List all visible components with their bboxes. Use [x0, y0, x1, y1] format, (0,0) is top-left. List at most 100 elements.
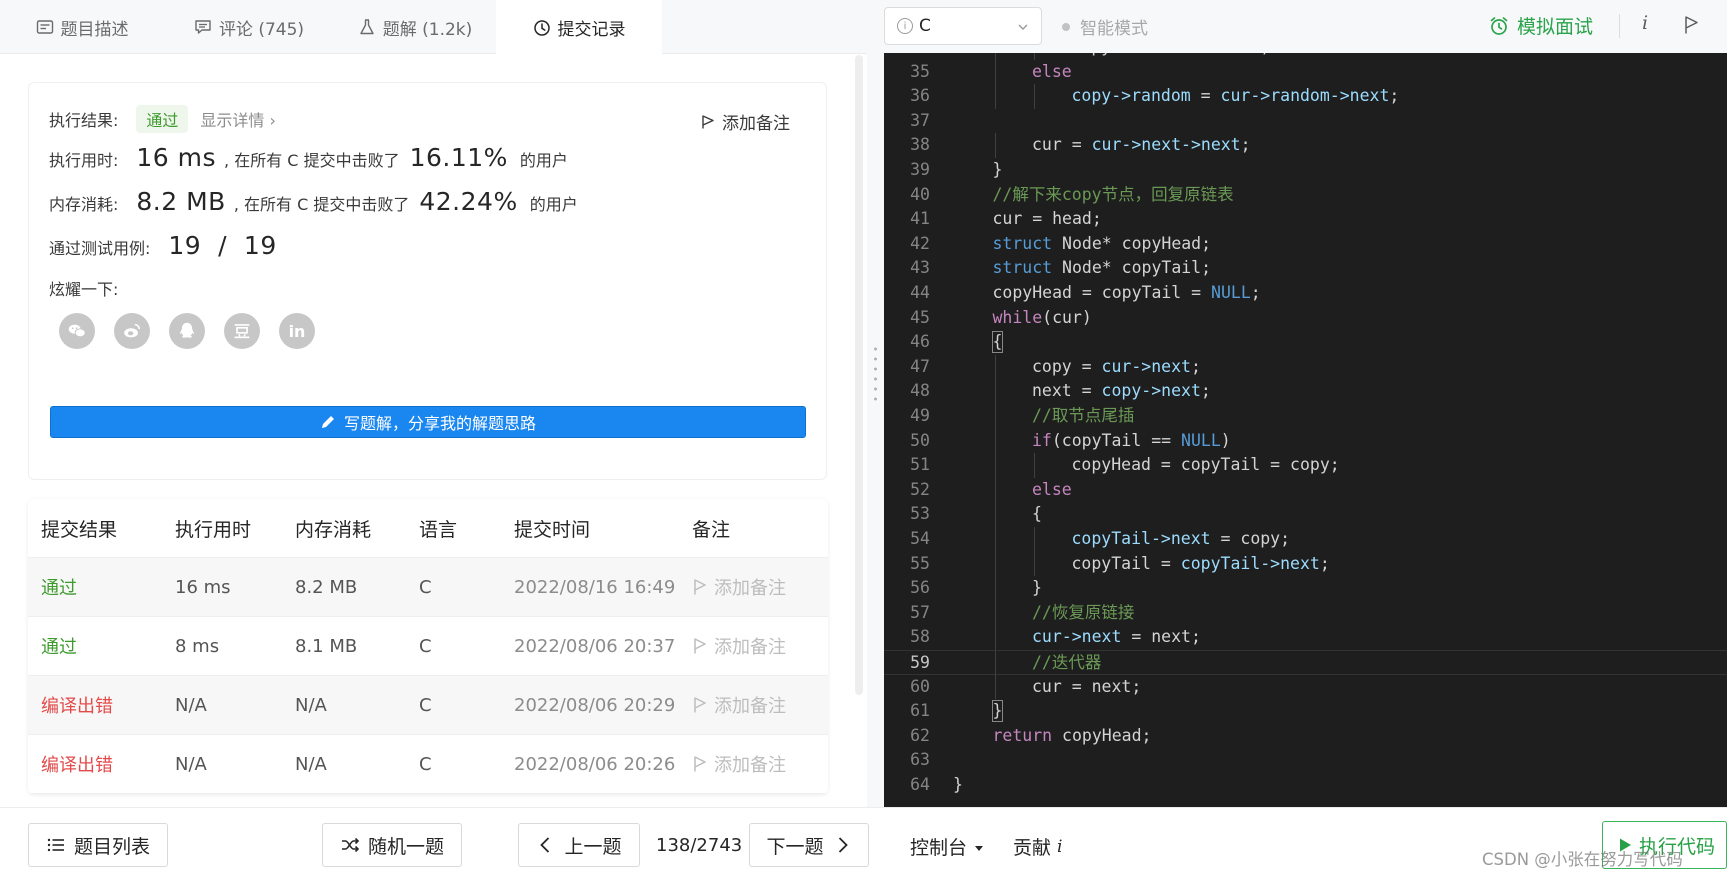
code-line[interactable]: 52 else [884, 477, 1727, 503]
bottom-bar: 题目列表 随机一题 上一题 138/2743 下一题 控制台 贡献 i 执行代码… [0, 807, 1727, 877]
code-line[interactable]: 48 next = copy->next; [884, 379, 1727, 404]
line-number: 49 [910, 406, 930, 425]
code-line[interactable]: 47 copy = cur->next; [884, 354, 1727, 380]
add-note-button[interactable]: 添加备注 [692, 735, 786, 793]
add-note-button[interactable]: 添加备注 [700, 109, 790, 134]
code-line[interactable]: 57 //恢复原链接 [884, 600, 1727, 626]
add-note-button[interactable]: 添加备注 [692, 676, 786, 734]
contribute-button[interactable]: 贡献 i [1013, 833, 1062, 860]
code-line[interactable]: 43 struct Node* copyTail; [884, 256, 1727, 281]
code-token: = copy; [1210, 529, 1291, 548]
add-note-label: 添加备注 [714, 578, 786, 599]
line-number: 36 [910, 86, 930, 106]
code-line[interactable]: 35 else [884, 59, 1727, 85]
tab-submissions[interactable]: 提交记录 [496, 0, 662, 55]
code-line[interactable]: 49 //取节点尾插 [884, 404, 1727, 429]
info-icon: i [1057, 836, 1063, 857]
code-line[interactable]: 62 return copyHead; [884, 724, 1727, 749]
indent-guide [994, 133, 996, 158]
header-language[interactable]: 语言 [419, 499, 457, 557]
table-row[interactable]: 通过 16 ms 8.2 MB C 2022/08/16 16:49 添加备注 [28, 558, 828, 617]
submission-time: 2022/08/06 20:29 [514, 694, 676, 716]
code-line[interactable]: 46{ [884, 330, 1727, 355]
code-line[interactable]: 50 if(copyTail == NULL) [884, 428, 1727, 454]
random-problem-button[interactable]: 随机一题 [322, 823, 462, 867]
next-problem-button[interactable]: 下一题 [749, 823, 869, 867]
code-line[interactable]: 42 struct Node* copyHead; [884, 232, 1727, 257]
linkedin-icon[interactable]: in [279, 313, 315, 349]
flag-icon [694, 756, 706, 772]
tab-label: 提交记录 [557, 20, 626, 40]
submission-status[interactable]: 编译出错 [41, 676, 113, 734]
code-line[interactable]: 39} [884, 158, 1727, 183]
add-note-button[interactable]: 添加备注 [692, 558, 786, 616]
mock-interview-button[interactable]: 模拟面试 [1489, 12, 1593, 39]
qq-icon[interactable] [169, 313, 205, 349]
code-line[interactable]: 59 //迭代器 [884, 650, 1727, 676]
add-note-label: 添加备注 [714, 696, 786, 717]
pencil-icon [321, 416, 334, 428]
submission-status[interactable]: 通过 [41, 558, 77, 616]
code-line[interactable]: 45 while(cur) [884, 306, 1727, 331]
add-note-label: 添加备注 [714, 637, 786, 658]
header-memory[interactable]: 内存消耗 [295, 499, 371, 557]
line-number: 58 [910, 627, 930, 647]
code-line[interactable]: 64} [884, 773, 1727, 798]
code-line[interactable]: 53 { [884, 502, 1727, 527]
code-line[interactable]: 40 //解下来copy节点，回复原链表 [884, 183, 1727, 208]
wechat-icon[interactable] [59, 313, 95, 349]
tests-value: 19 / 19 [168, 231, 277, 260]
tab-solutions[interactable]: 题解 (1.2k) [334, 0, 496, 54]
code-editor[interactable]: 34 copy->random = NULL; 35 else 36 copy->rand… [884, 53, 1727, 807]
code-token: ; [1240, 135, 1251, 155]
code-line[interactable]: 51 copyHead = copyTail = copy; [884, 453, 1727, 478]
left-scrollbar[interactable] [855, 55, 863, 695]
code-line[interactable]: 54 copyTail->next = copy; [884, 527, 1727, 552]
indent-guide [1034, 527, 1035, 552]
info-icon[interactable]: i [1642, 12, 1648, 34]
code-line[interactable]: 58 cur->next = next; [884, 625, 1727, 650]
indent-guide [994, 53, 996, 60]
write-solution-button[interactable]: 写题解，分享我的解题思路 [50, 406, 806, 438]
code-line[interactable]: 63 [884, 748, 1727, 773]
prev-problem-button[interactable]: 上一题 [518, 823, 640, 867]
code-token: cur->next [1032, 627, 1122, 647]
code-line[interactable]: 56} [884, 576, 1727, 601]
header-runtime[interactable]: 执行用时 [175, 499, 251, 557]
flag-icon[interactable] [1683, 15, 1701, 35]
code-token: copyHead = copyTail = copy; [1071, 455, 1340, 475]
table-row[interactable]: 编译出错 N/A N/A C 2022/08/06 20:26 添加备注 [28, 735, 828, 794]
code-text: } [993, 158, 1003, 183]
code-line[interactable]: 44 copyHead = copyTail = NULL; [884, 281, 1727, 306]
tab-description[interactable]: 题目描述 [0, 0, 164, 54]
table-row[interactable]: 通过 8 ms 8.1 MB C 2022/08/06 20:37 添加备注 [28, 617, 828, 676]
code-token: { [1032, 504, 1042, 524]
tab-comments[interactable]: 评论 (745) [164, 0, 334, 54]
douban-icon[interactable] [224, 313, 260, 349]
console-toggle[interactable]: 控制台 [910, 833, 984, 860]
code-line[interactable]: 34 copy->random = NULL; [884, 53, 1727, 60]
code-line[interactable]: 61} [884, 699, 1727, 724]
add-note-button[interactable]: 添加备注 [692, 617, 786, 675]
splitter-grip-icon[interactable] [874, 344, 877, 406]
table-row[interactable]: 编译出错 N/A N/A C 2022/08/06 20:29 添加备注 [28, 676, 828, 735]
code-line[interactable]: 60 cur = next; [884, 674, 1727, 700]
problem-list-button[interactable]: 题目列表 [28, 823, 168, 867]
code-line[interactable]: 36 copy->random = cur->random->next; [884, 84, 1727, 109]
code-line[interactable]: 55 copyTail = copyTail->next; [884, 551, 1727, 577]
list-icon [47, 838, 64, 852]
header-result[interactable]: 提交结果 [41, 499, 117, 557]
code-token: (cur) [1042, 307, 1092, 327]
submission-status[interactable]: 通过 [41, 617, 77, 675]
show-details-link[interactable]: 显示详情 › [200, 107, 276, 131]
language-select[interactable]: i C [884, 7, 1042, 45]
line-number: 39 [910, 160, 930, 179]
line-number: 46 [910, 332, 930, 352]
code-line[interactable]: 37 [884, 109, 1727, 134]
smart-mode-toggle[interactable]: 智能模式 [1062, 14, 1148, 39]
weibo-icon[interactable] [114, 313, 150, 349]
submission-status[interactable]: 编译出错 [41, 735, 113, 793]
header-submitted[interactable]: 提交时间 [514, 499, 590, 557]
code-line[interactable]: 41 cur = head; [884, 207, 1727, 232]
code-line[interactable]: 38 cur = cur->next->next; [884, 133, 1727, 158]
